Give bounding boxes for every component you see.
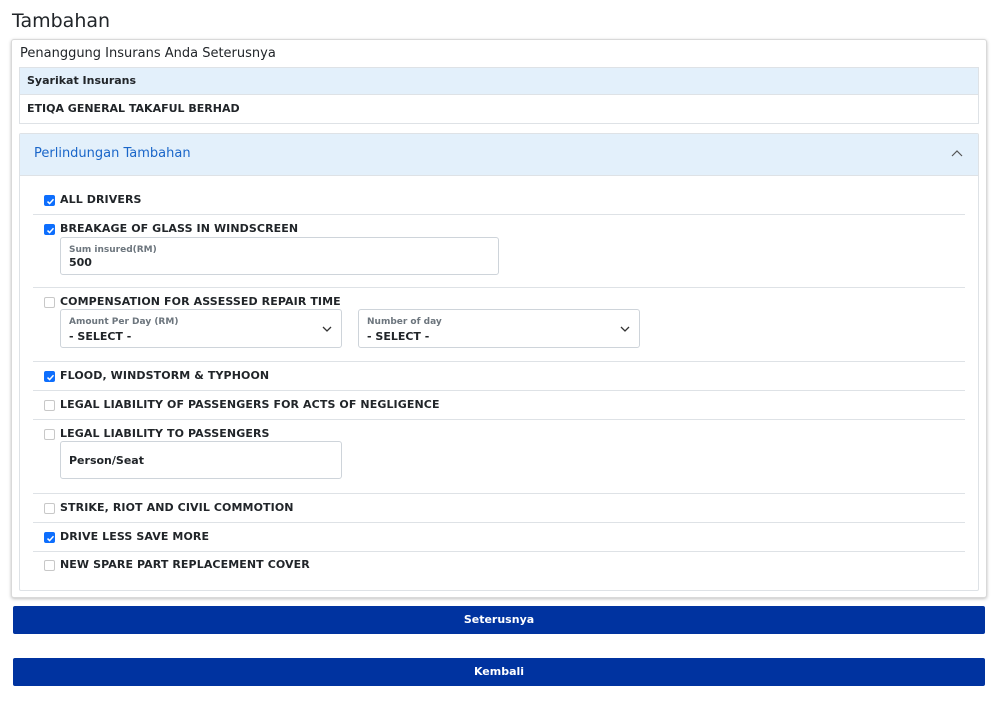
additional-coverage-accordion: Perlindungan Tambahan ALL DRIVERS BREAKA…: [19, 133, 979, 591]
insurer-table-header: Syarikat Insurans: [20, 68, 978, 95]
option-flood: FLOOD, WINDSTORM & TYPHOON: [33, 362, 965, 391]
check-icon: [46, 198, 55, 205]
back-button[interactable]: Kembali: [13, 658, 985, 686]
checkbox-strike-riot[interactable]: [44, 503, 55, 514]
chevron-down-icon: [620, 326, 630, 332]
checkbox-passenger-negligence[interactable]: [44, 400, 55, 411]
option-drive-less-save-more: DRIVE LESS SAVE MORE: [33, 523, 965, 552]
option-label-drive-less-save-more: DRIVE LESS SAVE MORE: [60, 530, 210, 543]
checkbox-liability-to-passengers[interactable]: [44, 429, 55, 440]
check-icon: [46, 535, 55, 542]
number-of-day-select[interactable]: Number of day - SELECT -: [358, 309, 640, 348]
chevron-up-icon: [951, 150, 963, 157]
option-label-all-drivers: ALL DRIVERS: [60, 193, 142, 206]
checkbox-spare-part-cover[interactable]: [44, 560, 55, 571]
option-spare-part-cover: NEW SPARE PART REPLACEMENT COVER: [33, 552, 965, 581]
check-icon: [46, 227, 55, 234]
number-of-day-label: Number of day: [367, 317, 442, 327]
option-label-strike-riot: STRIKE, RIOT AND CIVIL COMMOTION: [60, 501, 294, 514]
option-label-flood: FLOOD, WINDSTORM & TYPHOON: [60, 369, 270, 382]
person-seat-input[interactable]: Person/Seat: [60, 441, 342, 479]
option-label-passenger-negligence: LEGAL LIABILITY OF PASSENGERS FOR ACTS O…: [60, 398, 440, 411]
option-liability-to-passengers: LEGAL LIABILITY TO PASSENGERS Person/Sea…: [33, 420, 965, 494]
accordion-header[interactable]: Perlindungan Tambahan: [20, 134, 978, 176]
option-all-drivers: ALL DRIVERS: [33, 186, 965, 215]
option-label-glass-breakage: BREAKAGE OF GLASS IN WINDSCREEN: [60, 222, 299, 235]
checkbox-all-drivers[interactable]: [44, 195, 55, 206]
card-heading: Penanggung Insurans Anda Seterusnya: [20, 46, 276, 61]
accordion-title: Perlindungan Tambahan: [34, 146, 191, 161]
amount-per-day-label: Amount Per Day (RM): [69, 317, 179, 327]
amount-per-day-value: - SELECT -: [69, 330, 132, 343]
page-title: Tambahan: [12, 10, 111, 32]
insurer-card: Penanggung Insurans Anda Seterusnya Syar…: [11, 39, 987, 598]
number-of-day-value: - SELECT -: [367, 330, 430, 343]
insurer-table: Syarikat Insurans ETIQA GENERAL TAKAFUL …: [19, 67, 979, 124]
checkbox-glass-breakage[interactable]: [44, 224, 55, 235]
amount-per-day-select[interactable]: Amount Per Day (RM) - SELECT -: [60, 309, 342, 348]
check-icon: [46, 374, 55, 381]
sum-insured-field[interactable]: Sum insured(RM) 500: [60, 237, 499, 275]
option-label-repair-time-compensation: COMPENSATION FOR ASSESSED REPAIR TIME: [60, 295, 341, 308]
option-repair-time-compensation: COMPENSATION FOR ASSESSED REPAIR TIME Am…: [33, 288, 965, 362]
option-label-spare-part-cover: NEW SPARE PART REPLACEMENT COVER: [60, 558, 310, 571]
option-label-liability-to-passengers: LEGAL LIABILITY TO PASSENGERS: [60, 427, 270, 440]
sum-insured-value: 500: [69, 256, 92, 269]
option-strike-riot: STRIKE, RIOT AND CIVIL COMMOTION: [33, 494, 965, 523]
chevron-down-icon: [322, 326, 332, 332]
checkbox-repair-time-compensation[interactable]: [44, 297, 55, 308]
next-button[interactable]: Seterusnya: [13, 606, 985, 634]
checkbox-drive-less-save-more[interactable]: [44, 532, 55, 543]
insurer-table-row: ETIQA GENERAL TAKAFUL BERHAD: [27, 102, 240, 115]
person-seat-placeholder: Person/Seat: [69, 454, 144, 467]
sum-insured-label: Sum insured(RM): [69, 245, 157, 255]
option-passenger-negligence: LEGAL LIABILITY OF PASSENGERS FOR ACTS O…: [33, 391, 965, 420]
option-glass-breakage: BREAKAGE OF GLASS IN WINDSCREEN Sum insu…: [33, 215, 965, 288]
checkbox-flood[interactable]: [44, 371, 55, 382]
